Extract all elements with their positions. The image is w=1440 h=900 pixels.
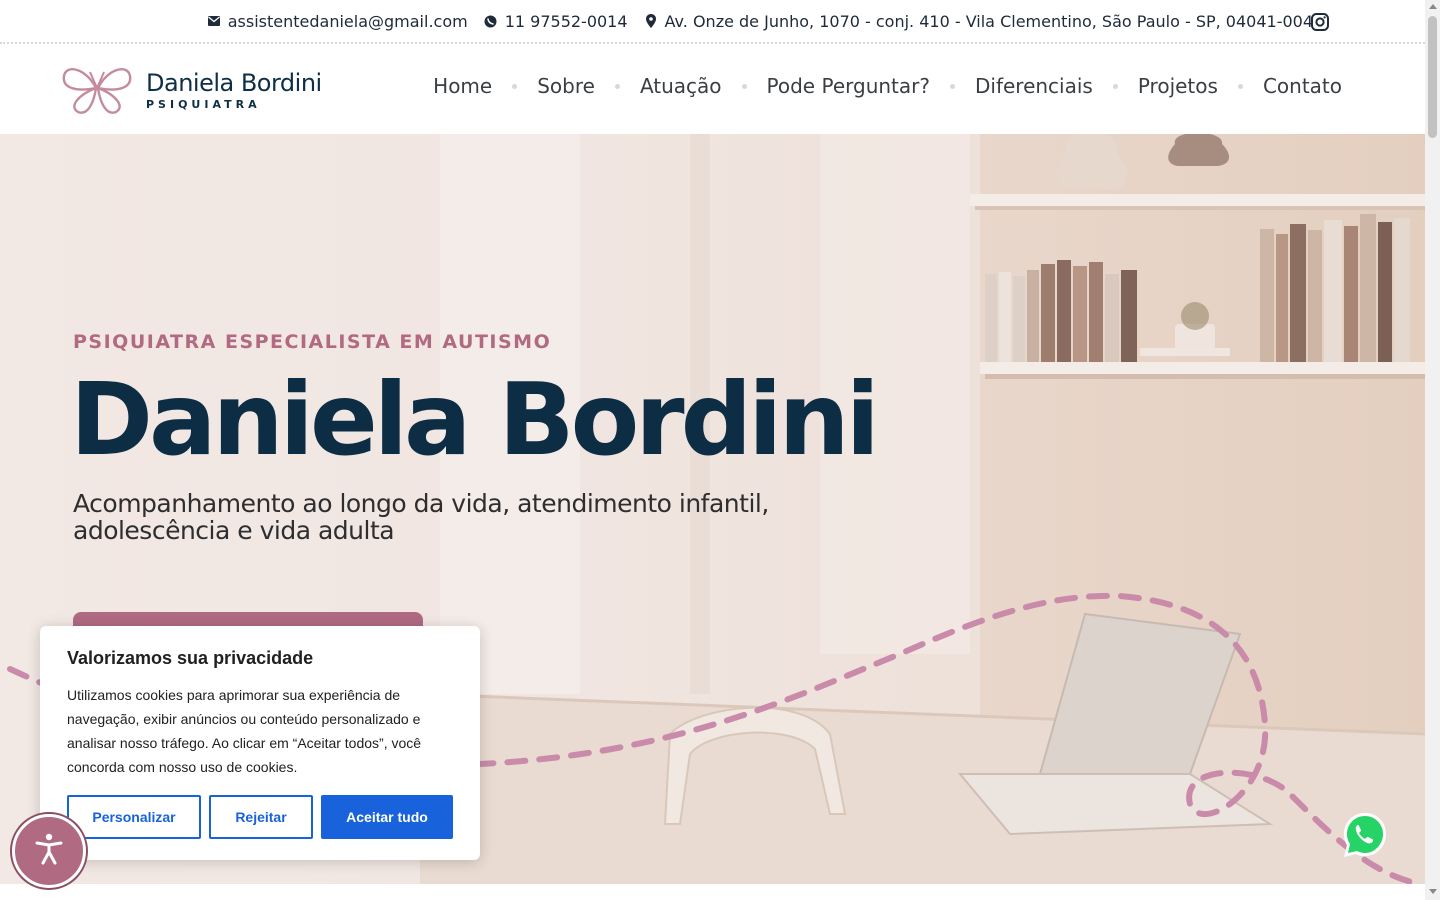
instagram-icon[interactable] [1311, 13, 1329, 31]
topbar-email-text: assistentedaniela@gmail.com [227, 11, 468, 31]
whatsapp-icon [1344, 813, 1386, 857]
nav-separator [949, 83, 955, 89]
site-header: Daniela Bordini PSIQUIATRA Home Sobre At… [0, 46, 1425, 134]
topbar-address-text: Av. Onze de Junho, 1070 - conj. 410 - Vi… [664, 11, 1313, 31]
location-pin-icon [644, 14, 658, 28]
nav-separator [1237, 83, 1243, 89]
logo-subtitle: PSIQUIATRA [146, 98, 261, 111]
main-nav: Home Sobre Atuação Pode Perguntar? Difer… [433, 74, 1342, 98]
hero-title: Daniela Bordini [70, 361, 880, 478]
nav-contato[interactable]: Contato [1263, 74, 1342, 98]
cookie-reject-button[interactable]: Rejeitar [209, 795, 313, 839]
cookie-title: Valorizamos sua privacidade [67, 648, 314, 668]
hero-eyebrow: PSIQUIATRA ESPECIALISTA EM AUTISMO [73, 331, 552, 353]
nav-atuacao[interactable]: Atuação [640, 74, 722, 98]
nav-separator [614, 83, 620, 89]
nav-projetos[interactable]: Projetos [1138, 74, 1218, 98]
top-info-bar: assistentedaniela@gmail.com 11 97552-001… [0, 0, 1425, 44]
topbar-email[interactable]: assistentedaniela@gmail.com [207, 12, 468, 31]
nav-separator [741, 83, 747, 89]
butterfly-logo-icon [62, 62, 132, 119]
nav-diferenciais[interactable]: Diferenciais [975, 74, 1093, 98]
whatsapp-icon [484, 14, 498, 28]
topbar-phone-text: 11 97552-0014 [504, 11, 628, 31]
nav-pode-perguntar[interactable]: Pode Perguntar? [767, 74, 930, 98]
scroll-up-arrow-icon[interactable] [1429, 4, 1437, 9]
hero-subtitle: Acompanhamento ao longo da vida, atendim… [73, 489, 769, 545]
scroll-down-arrow-icon[interactable] [1429, 889, 1437, 894]
nav-separator [512, 83, 518, 89]
scrollbar-thumb[interactable] [1428, 16, 1437, 138]
mail-icon [207, 14, 221, 28]
whatsapp-float-button[interactable] [1340, 810, 1390, 860]
topbar-phone[interactable]: 11 97552-0014 [484, 12, 628, 31]
page-scrollbar[interactable] [1425, 0, 1440, 900]
accessibility-button[interactable] [12, 814, 86, 888]
cookie-accept-button[interactable]: Aceitar tudo [321, 795, 453, 839]
cookie-text: Utilizamos cookies para aprimorar sua ex… [67, 687, 422, 775]
accessibility-icon [34, 833, 64, 870]
nav-sobre[interactable]: Sobre [537, 74, 595, 98]
cookie-consent-banner: Valorizamos sua privacidade Utilizamos c… [40, 626, 480, 860]
topbar-address[interactable]: Av. Onze de Junho, 1070 - conj. 410 - Vi… [644, 12, 1313, 31]
nav-separator [1112, 83, 1118, 89]
cookie-actions: Personalizar Rejeitar Aceitar tudo [67, 795, 453, 839]
nav-home[interactable]: Home [433, 74, 492, 98]
logo-name: Daniela Bordini [146, 69, 322, 97]
logo[interactable]: Daniela Bordini PSIQUIATRA [62, 62, 322, 119]
cookie-customize-button[interactable]: Personalizar [67, 795, 201, 839]
